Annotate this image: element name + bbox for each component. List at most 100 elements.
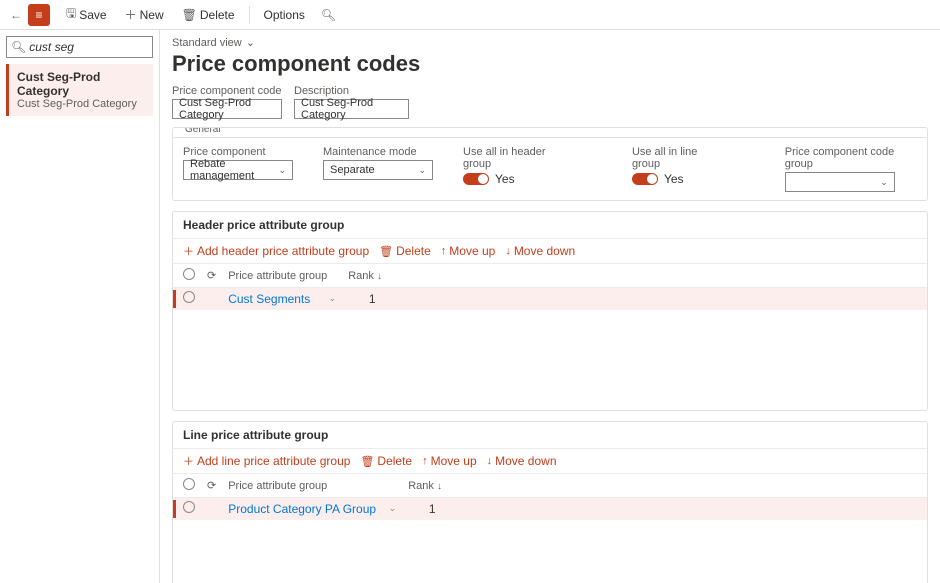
- desc-value: Cust Seg-Prod Category: [301, 97, 402, 121]
- row-radio[interactable]: [183, 291, 195, 303]
- add-header-group-button[interactable]: ＋Add header price attribute group: [183, 243, 369, 259]
- trash-icon: 🗑: [379, 245, 393, 258]
- pag-value[interactable]: Product Category PA Group: [228, 502, 376, 516]
- page-title: Price component codes: [172, 51, 928, 77]
- new-label: New: [140, 8, 164, 22]
- main: Standard view ⌄ Price component codes Pr…: [160, 30, 940, 583]
- table-row[interactable]: Product Category PA Group ⌄ 1: [173, 498, 927, 520]
- hdr-toggle[interactable]: [463, 173, 489, 185]
- view-label: Standard view: [172, 37, 242, 49]
- filter-icon: 🔍︎: [11, 40, 26, 54]
- col-pag[interactable]: Price attribute group: [228, 480, 327, 492]
- filter-box[interactable]: 🔍︎: [6, 36, 153, 58]
- table-row[interactable]: Cust Segments ⌄ 1: [173, 288, 927, 310]
- delete-label: Delete: [200, 8, 235, 22]
- row-marker: [173, 290, 176, 308]
- moveup-line-button[interactable]: ↑Move up: [422, 454, 477, 468]
- col-rank[interactable]: Rank: [348, 270, 374, 282]
- movedown-header-label: Move down: [514, 244, 575, 258]
- chevron-down-icon: ⌄: [880, 177, 888, 188]
- floppy-icon: 🖫: [66, 4, 76, 25]
- movedown-header-button[interactable]: ↓Move down: [505, 244, 575, 258]
- row-radio[interactable]: [183, 501, 195, 513]
- line-toggle-label: Use all in line group: [632, 146, 723, 170]
- plus-icon: ＋: [183, 243, 194, 259]
- col-rank[interactable]: Rank: [408, 480, 434, 492]
- code-input[interactable]: Cust Seg-Prod Category: [172, 99, 282, 119]
- sidebar-item-selected[interactable]: Cust Seg-Prod Category Cust Seg-Prod Cat…: [6, 64, 153, 116]
- top-bar: ← ≡ 🖫Save ＋New 🗑Delete Options 🔍︎: [0, 0, 940, 30]
- rank-value: 1: [369, 292, 376, 306]
- component-value: Rebate management: [190, 158, 278, 182]
- line-toggle-value: Yes: [664, 172, 684, 186]
- component-label: Price component: [183, 146, 293, 158]
- arrow-down-icon: ↓: [487, 455, 493, 467]
- delete-button[interactable]: 🗑Delete: [174, 4, 243, 26]
- movedown-line-label: Move down: [495, 454, 556, 468]
- view-selector[interactable]: Standard view ⌄: [172, 36, 928, 49]
- row-marker: [173, 500, 176, 518]
- sort-down-icon: ↓: [437, 481, 442, 492]
- moveup-line-label: Move up: [431, 454, 477, 468]
- back-icon[interactable]: ←: [6, 4, 26, 26]
- chevron-down-icon[interactable]: ⌄: [329, 293, 337, 304]
- maint-label: Maintenance mode: [323, 146, 433, 158]
- options-button[interactable]: Options: [256, 4, 313, 26]
- arrow-up-icon: ↑: [441, 245, 447, 257]
- sidebar-item-title: Cust Seg-Prod Category: [17, 70, 145, 98]
- trash-icon: 🗑: [360, 455, 374, 468]
- pag-value[interactable]: Cust Segments: [228, 292, 310, 306]
- filter-input[interactable]: [29, 40, 148, 54]
- sidebar: 🔍︎ Cust Seg-Prod Category Cust Seg-Prod …: [0, 30, 160, 583]
- save-label: Save: [79, 8, 106, 22]
- chevron-down-icon: ⌄: [418, 165, 426, 176]
- delete-line-group-label: Delete: [377, 454, 412, 468]
- plus-icon: ＋: [183, 453, 194, 469]
- chevron-down-icon[interactable]: ⌄: [389, 503, 397, 514]
- moveup-header-label: Move up: [449, 244, 495, 258]
- sidebar-item-subtitle: Cust Seg-Prod Category: [17, 98, 145, 110]
- group-select[interactable]: ⌄: [785, 172, 895, 192]
- delete-line-group-button[interactable]: 🗑Delete: [360, 454, 412, 468]
- code-label: Price component code: [172, 85, 282, 97]
- component-select[interactable]: Rebate management⌄: [183, 160, 293, 180]
- general-label: General: [185, 127, 221, 135]
- refresh-icon[interactable]: ⟳: [207, 270, 216, 282]
- hamburger-icon[interactable]: ≡: [28, 4, 50, 26]
- header-group-heading: Header price attribute group: [173, 212, 927, 239]
- select-all-radio[interactable]: [183, 268, 195, 280]
- delete-header-group-button[interactable]: 🗑Delete: [379, 244, 431, 258]
- hdr-toggle-value: Yes: [495, 172, 515, 186]
- chevron-down-icon: ⌄: [246, 36, 255, 49]
- desc-input[interactable]: Cust Seg-Prod Category: [294, 99, 409, 119]
- line-toggle[interactable]: [632, 173, 658, 185]
- hdr-toggle-label: Use all in header group: [463, 146, 570, 170]
- group-label: Price component code group: [785, 146, 917, 170]
- sort-down-icon: ↓: [377, 271, 382, 282]
- new-button[interactable]: ＋New: [117, 2, 172, 27]
- add-header-group-label: Add header price attribute group: [197, 244, 369, 258]
- delete-header-group-label: Delete: [396, 244, 431, 258]
- desc-label: Description: [294, 85, 409, 97]
- add-line-group-button[interactable]: ＋Add line price attribute group: [183, 453, 350, 469]
- separator: [249, 6, 250, 24]
- chevron-down-icon: ⌄: [278, 165, 286, 176]
- moveup-header-button[interactable]: ↑Move up: [441, 244, 496, 258]
- select-all-radio[interactable]: [183, 478, 195, 490]
- arrow-down-icon: ↓: [505, 245, 511, 257]
- plus-icon: ＋: [125, 6, 137, 23]
- rank-value: 1: [429, 502, 436, 516]
- maint-select[interactable]: Separate ⌄: [323, 160, 433, 180]
- refresh-icon[interactable]: ⟳: [207, 480, 216, 492]
- search-icon[interactable]: 🔍︎: [315, 4, 342, 26]
- code-value: Cust Seg-Prod Category: [179, 97, 275, 121]
- col-pag[interactable]: Price attribute group: [228, 270, 327, 282]
- options-label: Options: [264, 8, 305, 22]
- arrow-up-icon: ↑: [422, 455, 428, 467]
- save-button[interactable]: 🖫Save: [58, 0, 115, 29]
- maint-value: Separate: [330, 164, 375, 176]
- line-group-heading: Line price attribute group: [173, 422, 927, 449]
- movedown-line-button[interactable]: ↓Move down: [487, 454, 557, 468]
- add-line-group-label: Add line price attribute group: [197, 454, 350, 468]
- trash-icon: 🗑: [182, 8, 197, 22]
